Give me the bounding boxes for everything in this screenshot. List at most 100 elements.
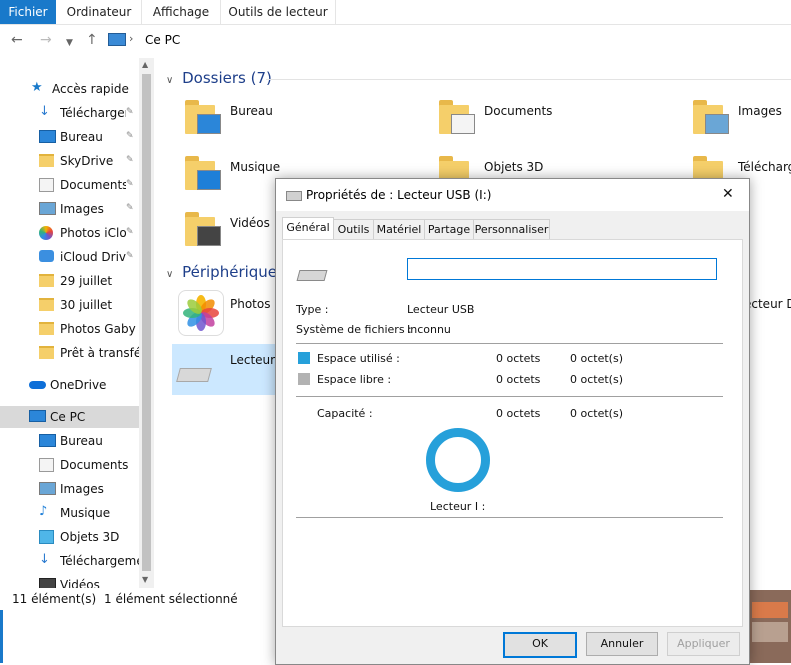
- sidebar-item-label: Images: [60, 202, 104, 216]
- folder-label[interactable]: Musique: [230, 160, 280, 174]
- tab-materiel[interactable]: Matériel: [373, 219, 425, 240]
- tab-partage[interactable]: Partage: [424, 219, 474, 240]
- breadcrumb-ce-pc[interactable]: Ce PC: [145, 33, 180, 47]
- tab-ordinateur[interactable]: Ordinateur: [57, 0, 142, 24]
- folder-label[interactable]: Documents: [484, 104, 552, 118]
- apply-button[interactable]: Appliquer: [667, 632, 740, 656]
- cancel-button[interactable]: Annuler: [586, 632, 658, 656]
- scrollbar-thumb[interactable]: [142, 74, 151, 571]
- used-space-swatch: [298, 352, 310, 364]
- folders-section-toggle[interactable]: ∨ Dossiers (7): [166, 69, 272, 87]
- sidebar-item-téléchargements[interactable]: ↓ Téléchargements: [0, 550, 140, 572]
- device-label: Photos i: [230, 297, 278, 311]
- sidebar-item-photos-iclou[interactable]: Photos iClou✎: [0, 222, 140, 244]
- sidebar-item-label: Objets 3D: [60, 530, 120, 544]
- tab-outils-de-lecteur[interactable]: Outils de lecteur: [221, 0, 336, 24]
- free-space-bytes: 0 octets: [496, 373, 541, 386]
- used-space-label: Espace utilisé :: [317, 352, 400, 365]
- scroll-up-icon[interactable]: ▲: [142, 60, 148, 69]
- type-value: Lecteur USB: [407, 303, 475, 316]
- sidebar-item-prêt-à-transférer[interactable]: Prêt à transférer: [0, 342, 140, 364]
- sidebar-item-téléchargeme[interactable]: ↓ Téléchargeme✎: [0, 102, 140, 124]
- folders-heading: Dossiers (7): [182, 69, 272, 87]
- drive-name-input[interactable]: [407, 258, 717, 280]
- back-arrow-icon[interactable]: ←: [11, 33, 23, 47]
- sidebar-item-images[interactable]: Images: [0, 478, 140, 500]
- download-icon: ↓: [39, 552, 50, 567]
- desktop-icon: [39, 434, 56, 447]
- tab-outils[interactable]: Outils: [333, 219, 374, 240]
- pin-icon[interactable]: ✎: [126, 155, 135, 165]
- tab-fichier[interactable]: Fichier: [0, 0, 56, 24]
- star-icon: ★: [31, 80, 43, 95]
- sidebar-item-documents[interactable]: Documents: [0, 454, 140, 476]
- tab-general[interactable]: Général: [282, 217, 334, 241]
- onedrive-icon: [29, 381, 46, 389]
- device-lecteur-usb-selected[interactable]: Lecteur U: [172, 344, 288, 395]
- sidebar-item-label: Accès rapide: [52, 82, 129, 96]
- folder-icon[interactable]: [693, 100, 729, 134]
- sidebar-item-ce-pc[interactable]: Ce PC: [0, 406, 139, 428]
- sidebar-item-accès-rapide[interactable]: ★ Accès rapide: [0, 78, 140, 100]
- dialog-titlebar[interactable]: Propriétés de : Lecteur USB (I:) ✕: [276, 179, 749, 211]
- sidebar-item-label: Ce PC: [50, 410, 86, 424]
- pin-icon[interactable]: ✎: [126, 251, 135, 261]
- tab-personnaliser[interactable]: Personnaliser: [473, 219, 550, 240]
- sidebar-item-images[interactable]: Images ✎: [0, 198, 140, 220]
- sidebar-item-label: Prêt à transférer: [60, 346, 139, 360]
- free-space-label: Espace libre :: [317, 373, 392, 386]
- folder-icon[interactable]: [185, 212, 221, 246]
- recent-chevron-down-icon[interactable]: ▼: [66, 36, 73, 50]
- sidebar-item-icloud-drive[interactable]: iCloud Drive✎: [0, 246, 140, 268]
- filesystem-value: Inconnu: [407, 323, 451, 336]
- folder-icon[interactable]: [185, 156, 221, 190]
- folder-label[interactable]: Objets 3D: [484, 160, 543, 174]
- sidebar-item-bureau[interactable]: Bureau: [0, 430, 140, 452]
- usb-drive-icon: [286, 191, 302, 201]
- dialog-title: Propriétés de : Lecteur USB (I:): [306, 188, 492, 202]
- objects3d-icon: [39, 530, 54, 544]
- images-icon: [39, 482, 56, 495]
- sidebar-item-photos-gaby[interactable]: Photos Gaby: [0, 318, 140, 340]
- capacity-pie-ring: [426, 428, 490, 492]
- sidebar-item-documents[interactable]: Documents ✎: [0, 174, 140, 196]
- pin-icon[interactable]: ✎: [126, 203, 135, 213]
- address-box[interactable]: › Ce PC: [104, 29, 791, 53]
- download-icon: ↓: [39, 104, 50, 119]
- folder-label[interactable]: Téléchargem: [738, 160, 791, 174]
- sidebar-item-objets-3d[interactable]: Objets 3D: [0, 526, 140, 548]
- folder-label[interactable]: Images: [738, 104, 782, 118]
- sidebar-item-29-juillet[interactable]: 29 juillet: [0, 270, 140, 292]
- ok-button[interactable]: OK: [503, 632, 577, 658]
- sidebar-item-label: 30 juillet: [60, 298, 113, 312]
- folder-label[interactable]: Vidéos: [230, 216, 270, 230]
- forward-arrow-icon[interactable]: →: [40, 33, 52, 47]
- images-icon: [39, 202, 56, 215]
- folder-icon[interactable]: [185, 100, 221, 134]
- close-icon[interactable]: ✕: [722, 186, 734, 202]
- pin-icon[interactable]: ✎: [126, 107, 135, 117]
- sidebar-scrollbar[interactable]: ▲ ▼: [139, 58, 154, 588]
- folder-label[interactable]: Bureau: [230, 104, 273, 118]
- device-photos-icloud[interactable]: Photos i: [172, 287, 282, 339]
- sidebar-item-30-juillet[interactable]: 30 juillet: [0, 294, 140, 316]
- sidebar-item-onedrive[interactable]: OneDrive: [0, 374, 140, 396]
- scroll-down-icon[interactable]: ▼: [142, 575, 148, 584]
- pin-icon[interactable]: ✎: [126, 179, 135, 189]
- pin-icon[interactable]: ✎: [126, 227, 135, 237]
- sidebar-item-vidéos[interactable]: Vidéos: [0, 574, 140, 588]
- pin-icon[interactable]: ✎: [126, 131, 135, 141]
- tab-affichage[interactable]: Affichage: [142, 0, 221, 24]
- sidebar-item-label: Téléchargements: [60, 554, 139, 568]
- folder-icon: [39, 274, 54, 287]
- sidebar-item-bureau[interactable]: Bureau ✎: [0, 126, 140, 148]
- item-count: 11 élément(s): [12, 592, 97, 606]
- photos-icon: [39, 226, 53, 240]
- folder-icon[interactable]: [439, 100, 475, 134]
- sidebar-item-skydrive[interactable]: SkyDrive ✎: [0, 150, 140, 172]
- sidebar-item-musique[interactable]: ♪ Musique: [0, 502, 140, 524]
- up-arrow-icon[interactable]: ↑: [86, 33, 98, 47]
- device-dvd-label[interactable]: ecteur DV: [744, 297, 791, 311]
- sidebar-item-label: Images: [60, 482, 104, 496]
- music-icon: ♪: [39, 504, 48, 519]
